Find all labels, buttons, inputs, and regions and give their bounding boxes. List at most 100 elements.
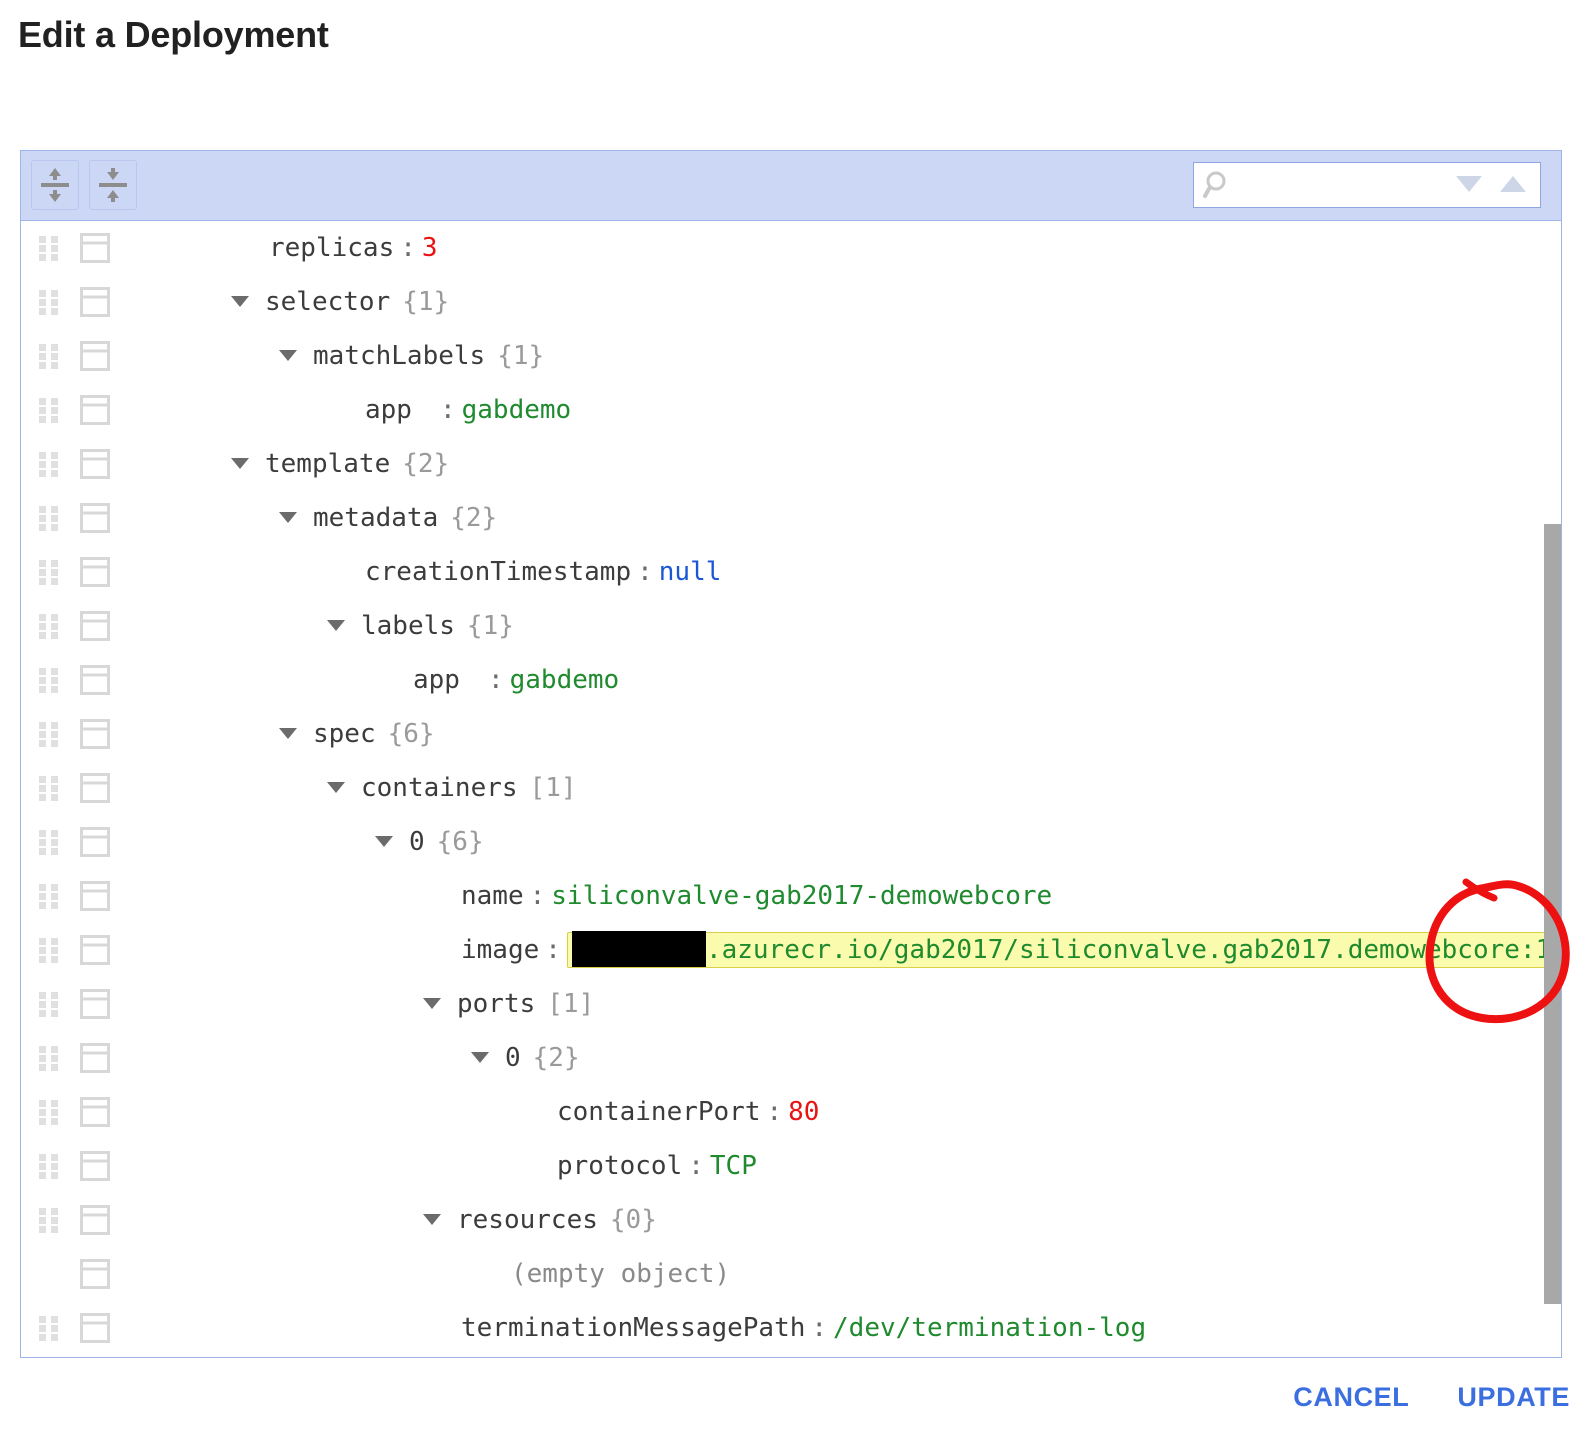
- drag-handle-icon[interactable]: [37, 883, 63, 909]
- tree-row[interactable]: resources {0}: [21, 1193, 1561, 1247]
- scrollbar-thumb[interactable]: [1544, 524, 1561, 1304]
- search-highlight[interactable]: .azurecr.io/gab2017/siliconvalve.gab2017…: [566, 931, 1561, 968]
- drag-handle-icon[interactable]: [37, 613, 63, 639]
- drag-handle-icon[interactable]: [37, 829, 63, 855]
- drag-handle-icon[interactable]: [37, 559, 63, 585]
- tree-value[interactable]: .azurecr.io/gab2017/siliconvalve.gab2017…: [706, 935, 1561, 965]
- collapse-caret-icon[interactable]: [375, 835, 393, 847]
- node-field-icon[interactable]: [80, 1097, 110, 1132]
- update-button[interactable]: UPDATE: [1457, 1382, 1570, 1413]
- node-field-icon[interactable]: [80, 287, 110, 322]
- tree-key: replicas: [269, 233, 395, 263]
- node-field-icon[interactable]: [80, 341, 110, 376]
- search-box[interactable]: [1193, 162, 1541, 208]
- tree-key: metadata: [313, 503, 439, 533]
- tree-value[interactable]: null: [659, 557, 722, 587]
- tree-row[interactable]: replicas:3: [21, 221, 1561, 275]
- drag-handle-icon[interactable]: [37, 1099, 63, 1125]
- node-field-icon[interactable]: [80, 665, 110, 700]
- tree-value[interactable]: gabdemo: [510, 665, 620, 695]
- node-field-icon[interactable]: [80, 1313, 110, 1348]
- collapse-caret-icon[interactable]: [231, 295, 249, 307]
- tree-row[interactable]: labels {1}: [21, 599, 1561, 653]
- tree-row-content: name: siliconvalve-gab2017-demowebcore: [461, 869, 1052, 923]
- tree-value[interactable]: 80: [788, 1097, 819, 1127]
- tree-row[interactable]: creationTimestamp: null: [21, 545, 1561, 599]
- collapse-caret-icon[interactable]: [423, 997, 441, 1009]
- node-field-icon[interactable]: [80, 881, 110, 916]
- collapse-caret-icon[interactable]: [471, 1051, 489, 1063]
- node-field-icon[interactable]: [80, 395, 110, 430]
- tree-row[interactable]: matchLabels {1}: [21, 329, 1561, 383]
- collapse-all-button[interactable]: [89, 160, 137, 210]
- node-field-icon[interactable]: [80, 1205, 110, 1240]
- node-field-icon[interactable]: [80, 611, 110, 646]
- node-field-icon[interactable]: [80, 1151, 110, 1186]
- drag-handle-icon[interactable]: [37, 1045, 63, 1071]
- collapse-caret-icon[interactable]: [279, 511, 297, 523]
- tree-row-content: template {2}: [231, 437, 449, 491]
- tree-row[interactable]: 0 {6}: [21, 815, 1561, 869]
- collapse-caret-icon[interactable]: [327, 619, 345, 631]
- search-input[interactable]: [1238, 164, 1472, 208]
- node-field-icon[interactable]: [80, 1043, 110, 1078]
- drag-handle-icon[interactable]: [37, 343, 63, 369]
- node-field-icon[interactable]: [80, 719, 110, 754]
- tree-row[interactable]: protocol: TCP: [21, 1139, 1561, 1193]
- key-value-separator: :: [400, 233, 416, 263]
- collapse-caret-icon[interactable]: [279, 727, 297, 739]
- collapse-caret-icon[interactable]: [231, 457, 249, 469]
- tree-row[interactable]: 0 {2}: [21, 1031, 1561, 1085]
- tree-row[interactable]: containers [1]: [21, 761, 1561, 815]
- node-field-icon[interactable]: [80, 827, 110, 862]
- tree-row[interactable]: containerPort:80: [21, 1085, 1561, 1139]
- tree-row[interactable]: name: siliconvalve-gab2017-demowebcore: [21, 869, 1561, 923]
- tree-value[interactable]: siliconvalve-gab2017-demowebcore: [551, 881, 1052, 911]
- cancel-button[interactable]: CANCEL: [1293, 1382, 1409, 1413]
- tree-vertical-scrollbar[interactable]: [1544, 223, 1561, 1357]
- drag-handle-icon[interactable]: [37, 775, 63, 801]
- drag-handle-icon[interactable]: [37, 397, 63, 423]
- tree-row[interactable]: spec {6}: [21, 707, 1561, 761]
- tree-row-content: creationTimestamp: null: [365, 545, 721, 599]
- drag-handle-icon[interactable]: [37, 721, 63, 747]
- node-field-icon[interactable]: [80, 1259, 110, 1294]
- tree-row[interactable]: (empty object): [21, 1247, 1561, 1301]
- node-field-icon[interactable]: [80, 989, 110, 1024]
- tree-value[interactable]: TCP: [710, 1151, 757, 1181]
- node-field-icon[interactable]: [80, 449, 110, 484]
- drag-handle-icon[interactable]: [37, 235, 63, 261]
- tree-value[interactable]: gabdemo: [462, 395, 572, 425]
- node-field-icon[interactable]: [80, 503, 110, 538]
- collapse-caret-icon[interactable]: [327, 781, 345, 793]
- node-field-icon[interactable]: [80, 233, 110, 268]
- tree-value[interactable]: 3: [422, 233, 438, 263]
- expand-all-button[interactable]: [31, 160, 79, 210]
- tree-row[interactable]: image: .azurecr.io/gab2017/siliconvalve.g…: [21, 923, 1561, 977]
- collapse-caret-icon[interactable]: [279, 349, 297, 361]
- drag-handle-icon[interactable]: [37, 991, 63, 1017]
- drag-handle-icon[interactable]: [37, 937, 63, 963]
- search-previous-button[interactable]: [1500, 176, 1526, 192]
- node-field-icon[interactable]: [80, 935, 110, 970]
- tree-row[interactable]: app: gabdemo: [21, 383, 1561, 437]
- drag-handle-icon[interactable]: [37, 505, 63, 531]
- tree-row[interactable]: selector {1}: [21, 275, 1561, 329]
- tree-row[interactable]: template {2}: [21, 437, 1561, 491]
- drag-handle-icon[interactable]: [37, 1315, 63, 1341]
- drag-handle-icon[interactable]: [37, 451, 63, 477]
- tree-value[interactable]: /dev/termination-log: [833, 1313, 1146, 1343]
- drag-handle-icon[interactable]: [37, 289, 63, 315]
- key-value-separator: :: [529, 881, 546, 911]
- drag-handle-icon[interactable]: [37, 1207, 63, 1233]
- tree-row[interactable]: app: gabdemo: [21, 653, 1561, 707]
- drag-handle-icon[interactable]: [37, 667, 63, 693]
- tree-row[interactable]: ports [1]: [21, 977, 1561, 1031]
- node-field-icon[interactable]: [80, 557, 110, 592]
- tree-row[interactable]: terminationMessagePath:/dev/termination-…: [21, 1301, 1561, 1355]
- drag-handle-icon[interactable]: [37, 1153, 63, 1179]
- tree-row[interactable]: metadata {2}: [21, 491, 1561, 545]
- collapse-caret-icon[interactable]: [423, 1213, 441, 1225]
- search-next-button[interactable]: [1456, 176, 1482, 192]
- node-field-icon[interactable]: [80, 773, 110, 808]
